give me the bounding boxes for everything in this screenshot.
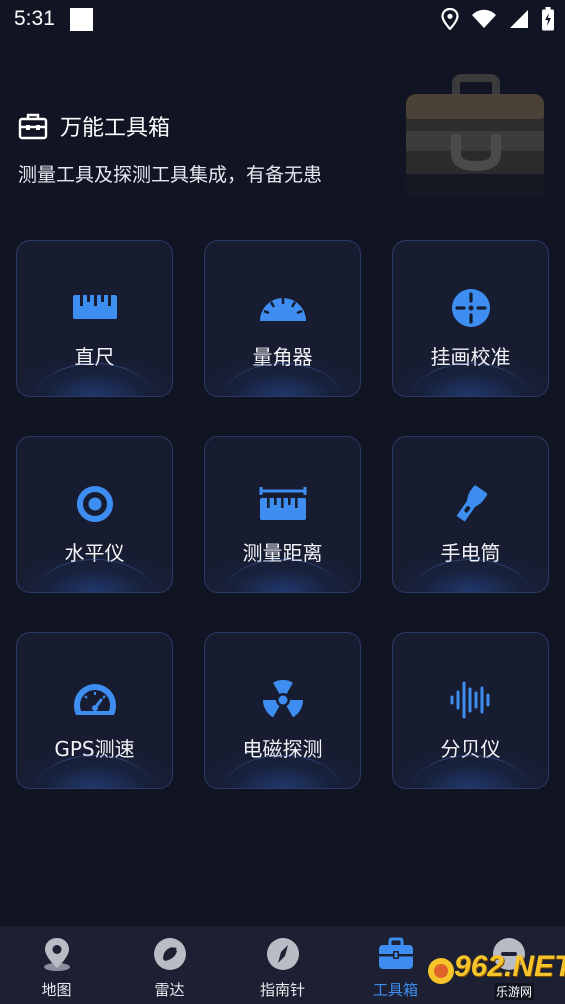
- nav-label: 雷达: [154, 981, 185, 999]
- tool-tile-protractor[interactable]: 量角器: [204, 240, 361, 397]
- tool-tile-flashlight[interactable]: 手电筒: [392, 436, 549, 593]
- nav-label: 地图: [41, 981, 72, 999]
- protractor-icon: [205, 287, 360, 329]
- page-title: 万能工具箱: [60, 116, 171, 141]
- ruler-icon: [17, 287, 172, 329]
- compass-icon: [265, 936, 301, 972]
- speedometer-icon: [17, 679, 172, 721]
- crosshair-icon: [393, 287, 548, 329]
- radar-icon: [152, 936, 188, 972]
- toolbox-icon: [378, 936, 414, 972]
- watermark-brand: 962.NET: [454, 950, 565, 983]
- tool-label: 手电筒: [440, 541, 501, 565]
- header-title-row: 万能工具箱: [18, 108, 170, 144]
- tool-label: 挂画校准: [430, 345, 511, 369]
- level-icon: [17, 483, 172, 525]
- tool-tile-emf-detector[interactable]: 电磁探测: [204, 632, 361, 789]
- header: 万能工具箱 测量工具及探测工具集成，有备无患: [18, 74, 548, 198]
- nav-item-compass[interactable]: 指南针: [226, 926, 339, 1004]
- tool-label: 分贝仪: [440, 737, 501, 761]
- tool-label: 量角器: [252, 345, 313, 369]
- watermark-logo: 962.NET 乐游网: [426, 950, 565, 1000]
- tool-label: 直尺: [74, 345, 115, 369]
- location-icon: [441, 8, 459, 30]
- tool-tile-distance[interactable]: 测量距离: [204, 436, 361, 593]
- tool-label: 测量距离: [242, 541, 323, 565]
- status-bar: 5:31: [0, 0, 565, 40]
- flashlight-icon: [393, 483, 548, 525]
- distance-ruler-icon: [205, 483, 360, 525]
- tool-label: 电磁探测: [242, 737, 323, 761]
- nav-label: 指南针: [259, 981, 305, 999]
- map-pin-icon: [39, 936, 75, 972]
- tool-label: 水平仪: [64, 541, 125, 565]
- toolbox-icon: [18, 113, 48, 140]
- tool-tile-ruler[interactable]: 直尺: [16, 240, 173, 397]
- notification-icon: [70, 8, 93, 31]
- tool-tile-decibel[interactable]: 分贝仪: [392, 632, 549, 789]
- tool-tile-gps-speed[interactable]: GPS测速: [16, 632, 173, 789]
- watermark-mark-icon: [428, 958, 454, 984]
- watermark-sub: 乐游网: [494, 983, 535, 1000]
- nav-label: 工具箱: [372, 981, 418, 999]
- page-subtitle: 测量工具及探测工具集成，有备无患: [18, 164, 323, 186]
- nav-item-map[interactable]: 地图: [0, 926, 113, 1004]
- signal-icon: [510, 10, 528, 28]
- tool-label: GPS测速: [54, 737, 135, 761]
- wifi-icon: [472, 9, 496, 28]
- battery-icon: [542, 7, 554, 31]
- toolbox-illustration-icon: [406, 74, 544, 198]
- soundwave-icon: [393, 679, 548, 721]
- tool-tile-level[interactable]: 水平仪: [16, 436, 173, 593]
- radiation-icon: [205, 679, 360, 721]
- tool-tile-picture-calibration[interactable]: 挂画校准: [392, 240, 549, 397]
- status-time: 5:31: [14, 7, 55, 30]
- status-icons: [441, 6, 555, 32]
- nav-item-radar[interactable]: 雷达: [113, 926, 226, 1004]
